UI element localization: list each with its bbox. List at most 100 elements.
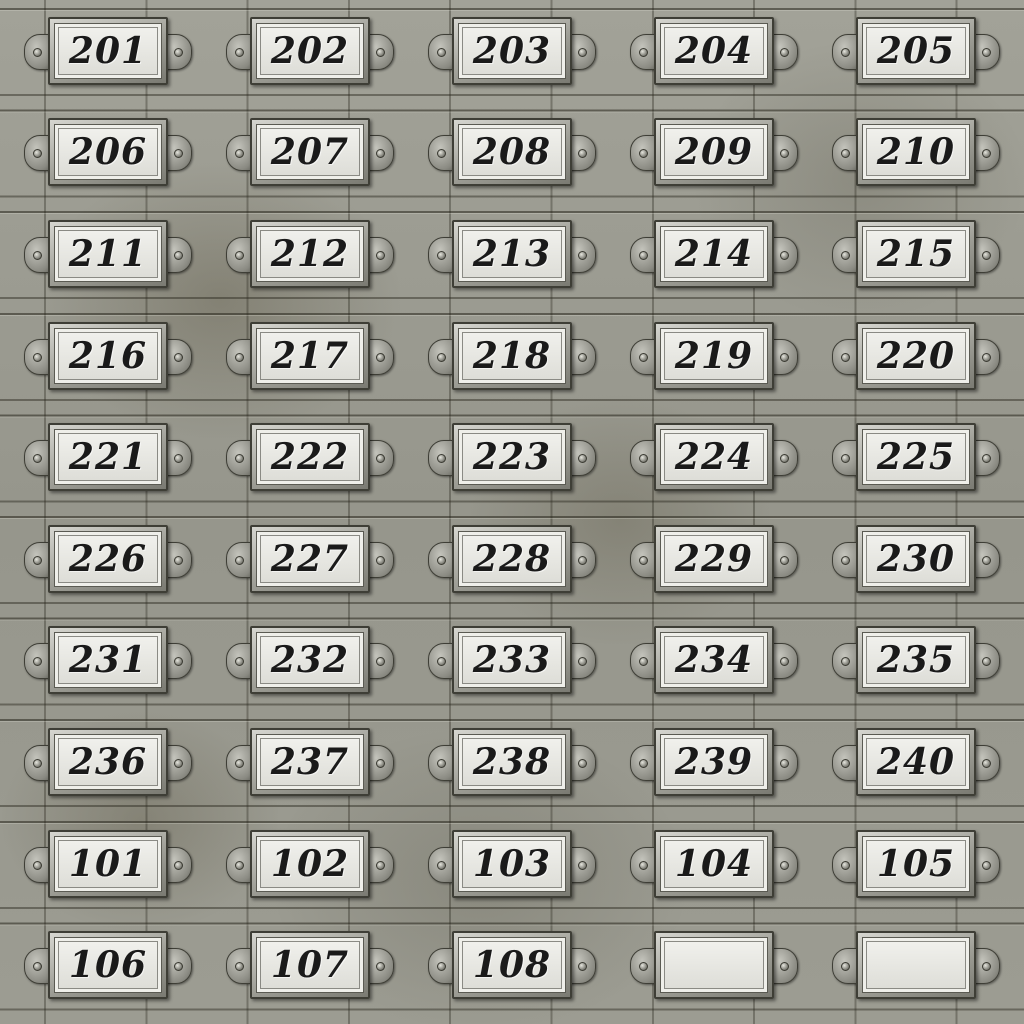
drawer-number: 229 [674,537,754,580]
label-card: 106 [54,937,162,994]
label-holder: 219 [630,321,798,390]
rivet-icon [437,962,446,972]
drawer-slot: 201 [7,0,209,102]
drawer-number: 208 [472,131,552,174]
label-frame: 223 [452,423,572,492]
label-holder: 212 [226,219,394,288]
label-card: 230 [862,530,970,587]
rivet-icon [841,962,850,972]
rivet-icon [376,47,385,57]
label-frame: 236 [48,727,168,796]
label-card: 221 [54,429,162,486]
drawer-number: 209 [674,131,754,174]
label-holder: 237 [226,727,394,796]
drawer-slot: 225 [815,406,1017,508]
drawer-number: 219 [674,334,754,377]
label-card: 211 [54,225,162,282]
drawer-number: 105 [876,842,956,885]
drawer-slot: 231 [7,610,209,712]
drawer-slot: 210 [815,102,1017,204]
drawer-slot: 212 [209,203,411,305]
rivet-icon [578,657,587,667]
drawer-number: 201 [68,29,148,72]
drawer-slot: 213 [411,203,613,305]
label-frame: 206 [48,118,168,187]
drawer-slot: 233 [411,610,613,712]
label-card: 219 [660,327,768,384]
drawer-number: 202 [270,29,350,72]
rivet-icon [780,758,789,768]
rivet-icon [174,860,183,870]
label-card: 218 [458,327,566,384]
rivet-icon [235,860,244,870]
drawer-number: 104 [674,842,754,885]
label-frame: 220 [856,321,976,390]
label-card: 101 [54,835,162,892]
label-frame: 208 [452,118,572,187]
rivet-icon [235,47,244,57]
label-frame: 216 [48,321,168,390]
label-card: 238 [458,733,566,790]
rivet-icon [639,555,648,565]
label-holder: 225 [832,423,1000,492]
label-frame: 228 [452,524,572,593]
rivet-icon [235,657,244,667]
label-card: 216 [54,327,162,384]
blank-label-card [862,937,970,994]
label-frame: 106 [48,931,168,1000]
rivet-icon [376,352,385,362]
label-card: 107 [256,937,364,994]
drawer-slot: 221 [7,406,209,508]
label-card: 108 [458,937,566,994]
label-holder: 217 [226,321,394,390]
label-holder: 213 [428,219,596,288]
drawer-slot: 104 [613,813,815,915]
label-frame: 224 [654,423,774,492]
label-holder: 233 [428,626,596,695]
label-frame: 107 [250,931,370,1000]
rivet-icon [437,352,446,362]
label-frame: 108 [452,931,572,1000]
label-card: 105 [862,835,970,892]
rivet-icon [235,555,244,565]
label-frame: 201 [48,16,168,85]
label-holder: 231 [24,626,192,695]
drawer-slot: 205 [815,0,1017,102]
drawer-slot: 105 [815,813,1017,915]
rivet-icon [841,250,850,260]
label-holder [832,931,1000,1000]
label-frame: 232 [250,626,370,695]
drawer-slot: 102 [209,813,411,915]
label-card: 240 [862,733,970,790]
label-holder: 206 [24,118,192,187]
label-holder: 227 [226,524,394,593]
rivet-icon [33,555,42,565]
drawer-number: 230 [876,537,956,580]
rivet-icon [376,758,385,768]
rivet-icon [982,47,991,57]
drawer-number: 103 [472,842,552,885]
rivet-icon [982,962,991,972]
rivet-icon [235,149,244,159]
drawer-slot: 227 [209,508,411,610]
label-frame: 238 [452,727,572,796]
rivet-icon [578,47,587,57]
label-frame: 207 [250,118,370,187]
drawer-slot: 202 [209,0,411,102]
label-holder: 234 [630,626,798,695]
drawer-number: 220 [876,334,956,377]
drawer-number: 101 [68,842,148,885]
rivet-icon [33,149,42,159]
rivet-icon [376,657,385,667]
rivet-icon [780,860,789,870]
drawer-number: 102 [270,842,350,885]
drawer-number: 221 [68,436,148,479]
rivet-icon [639,454,648,464]
drawer-number: 238 [472,740,552,783]
label-holder: 222 [226,423,394,492]
drawer-number: 218 [472,334,552,377]
drawer-number: 212 [270,232,350,275]
label-holder: 202 [226,16,394,85]
label-card: 207 [256,124,364,181]
rivet-icon [174,454,183,464]
